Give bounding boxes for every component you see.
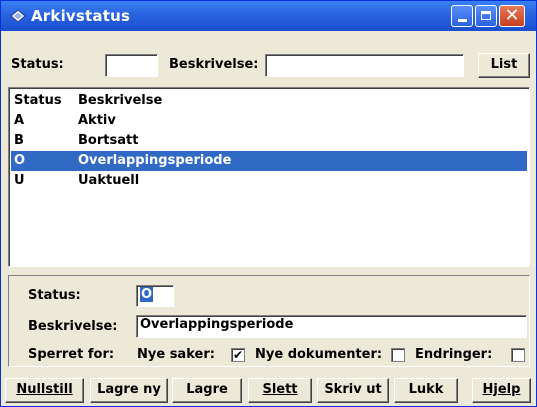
row-beskrivelse: Bortsatt (78, 133, 139, 148)
row-status: U (14, 173, 25, 188)
minimize-icon (458, 19, 467, 22)
header-status: Status (14, 93, 62, 108)
search-beskrivelse-input[interactable] (265, 54, 464, 77)
nye-saker-label: Nye saker: (137, 347, 215, 362)
close-icon: ✕ (504, 5, 520, 26)
sperret-label: Sperret for: (28, 347, 115, 362)
row-status: O (14, 153, 26, 168)
endringer-label: Endringer: (415, 347, 493, 362)
skriv-ut-label: Skriv ut (324, 382, 382, 397)
detail-status-label: Status: (28, 288, 81, 303)
slett-button[interactable]: Slett (248, 378, 312, 403)
arkivstatus-window: Arkivstatus ✕ Status: Beskrivelse: List … (0, 0, 537, 407)
status-list[interactable]: Status Beskrivelse A Aktiv B Bortsatt O … (8, 87, 530, 267)
nullstill-button[interactable]: Nullstill (5, 378, 84, 403)
slett-label: Slett (262, 382, 298, 397)
search-beskrivelse-label: Beskrivelse: (169, 57, 259, 72)
detail-panel: Status: O Beskrivelse: Overlappingsperio… (8, 275, 530, 367)
endringer-checkbox[interactable] (511, 348, 525, 362)
detail-status-input[interactable]: O (136, 285, 174, 307)
lagre-label: Lagre (186, 382, 228, 397)
nullstill-label: Nullstill (16, 382, 73, 397)
list-row[interactable]: A Aktiv (11, 111, 527, 131)
list-row-selected[interactable]: O Overlappingsperiode (11, 151, 527, 171)
lukk-label: Lukk (408, 382, 444, 397)
detail-beskrivelse-input[interactable]: Overlappingsperiode (136, 315, 527, 338)
skriv-ut-button[interactable]: Skriv ut (317, 378, 389, 403)
list-button-label: List (490, 57, 518, 72)
search-status-input[interactable] (105, 54, 158, 77)
row-status: B (14, 133, 24, 148)
window-title: Arkivstatus (31, 7, 131, 25)
hjelp-button[interactable]: Hjelp (472, 378, 531, 403)
search-status-label: Status: (11, 57, 64, 72)
row-beskrivelse: Aktiv (78, 113, 116, 128)
lagre-ny-label: Lagre ny (97, 382, 161, 397)
detail-status-value: O (140, 287, 154, 302)
row-beskrivelse: Uaktuell (78, 173, 140, 188)
nye-dokumenter-label: Nye dokumenter: (255, 347, 383, 362)
list-row[interactable]: B Bortsatt (11, 131, 527, 151)
detail-beskrivelse-label: Beskrivelse: (28, 319, 118, 334)
app-icon (10, 9, 26, 23)
minimize-button[interactable] (451, 5, 473, 27)
lagre-ny-button[interactable]: Lagre ny (90, 378, 168, 403)
nye-dokumenter-checkbox[interactable] (391, 348, 405, 362)
title-bar[interactable]: Arkivstatus ✕ (1, 1, 536, 31)
row-status: A (14, 113, 25, 128)
maximize-button[interactable] (475, 5, 497, 27)
header-beskrivelse: Beskrivelse (78, 93, 163, 108)
lukk-button[interactable]: Lukk (394, 378, 458, 403)
checkmark-icon: ✔ (232, 348, 244, 362)
lagre-button[interactable]: Lagre (172, 378, 242, 403)
maximize-icon (481, 11, 491, 20)
list-row[interactable]: U Uaktuell (11, 171, 527, 191)
nye-saker-checkbox[interactable]: ✔ (231, 348, 245, 362)
hjelp-label: Hjelp (482, 382, 521, 397)
close-button[interactable]: ✕ (499, 5, 525, 27)
row-beskrivelse: Overlappingsperiode (78, 153, 232, 168)
list-button[interactable]: List (478, 53, 530, 78)
list-header: Status Beskrivelse (11, 91, 527, 111)
